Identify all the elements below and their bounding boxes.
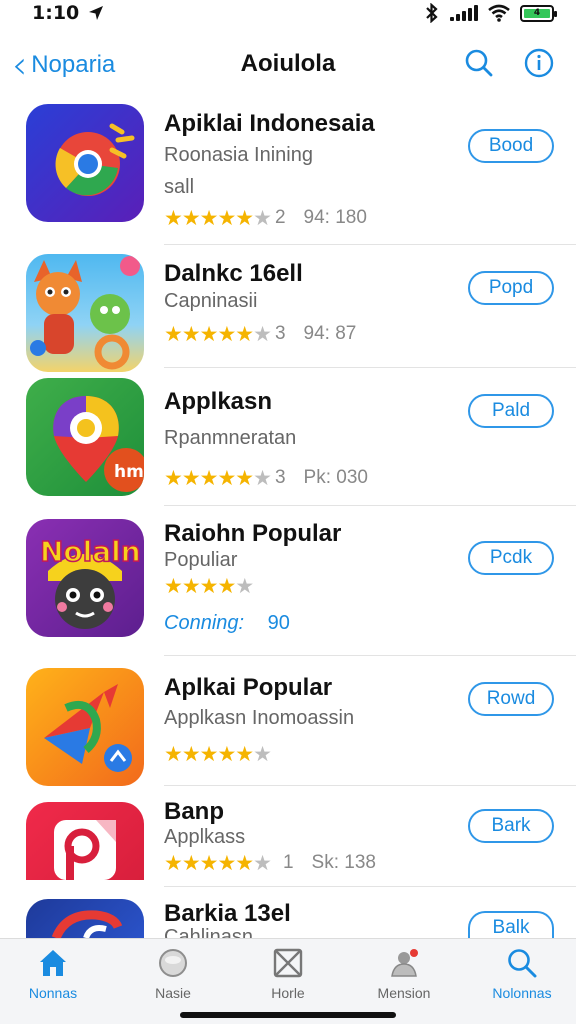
circle-icon (159, 949, 187, 977)
rating-meta: 94: 180 (303, 207, 367, 228)
app-subtitle: Applkass (164, 826, 246, 848)
get-button[interactable]: Pald (468, 394, 554, 428)
star-rating-icon: ★★★★★★ (164, 206, 272, 230)
app-name: Dalnkc 16ell (164, 260, 303, 287)
get-button[interactable]: Bood (468, 129, 554, 163)
app-name: Apiklai Indonesaia (164, 110, 375, 137)
divider (164, 244, 576, 245)
app-rating: ★★★★★★ (164, 742, 272, 766)
app-subtitle: Rpanmneratan (164, 427, 297, 449)
info-button[interactable] (522, 46, 556, 80)
app-icon-maps[interactable]: hm (26, 378, 144, 496)
battery-icon: 4 (520, 4, 557, 22)
status-right: 4 (424, 3, 557, 23)
red-app-icon (54, 820, 116, 880)
rating-meta: Sk: 138 (311, 852, 376, 873)
app-rating: ★★★★★ (164, 574, 254, 598)
nav-actions (462, 46, 556, 80)
divider (164, 505, 576, 506)
box-icon (273, 948, 303, 978)
rating-meta: Pk: 030 (303, 467, 368, 488)
divider (164, 367, 576, 368)
rating-count: 2 (274, 207, 286, 228)
rating-count: 1 (282, 852, 294, 873)
home-indicator[interactable] (180, 1012, 396, 1018)
status-bar: 1:10 4 (0, 0, 576, 26)
app-subtitle: Capninasii (164, 290, 258, 312)
app-subtitle: Roonasia Inining (164, 144, 313, 166)
get-button[interactable]: Balk (468, 911, 554, 938)
signal-icon (450, 5, 478, 21)
tab-label: Horle (271, 985, 305, 1001)
map-pin-icon: hm (53, 396, 144, 492)
info-icon (524, 48, 554, 78)
search-button[interactable] (462, 46, 496, 80)
cartoon-animals-icon (30, 256, 140, 370)
divider (164, 655, 576, 656)
tab-label: Nolonnas (492, 985, 552, 1001)
app-name: Barkia 13el (164, 900, 291, 927)
location-arrow-icon (89, 6, 104, 20)
tab-label: Nonnas (28, 985, 78, 1001)
app-rating: ★★★★★★ 3 Pk: 030 (164, 466, 368, 490)
tab-search[interactable]: Nolonnas (467, 947, 576, 1001)
search-icon (465, 49, 493, 77)
tab-label: Mension (377, 985, 431, 1001)
status-left: 1:10 (32, 2, 105, 24)
rating-count: 3 (274, 323, 286, 344)
app-name: Applkasn (164, 388, 273, 415)
status-time: 1:10 (32, 2, 80, 24)
app-subtitle: Applkasn Inomoassin (164, 707, 355, 729)
app-icon-text: Nolaln (40, 535, 141, 568)
get-button[interactable]: Bark (468, 809, 554, 843)
coming-value: 90 (267, 612, 290, 634)
chrome-like-icon (55, 123, 135, 196)
tab-label: Nasie (155, 985, 191, 1001)
app-subtitle-2: sall (164, 176, 195, 198)
tab-home[interactable]: Nonnas (0, 947, 108, 1001)
person-bell-icon (391, 949, 418, 977)
coming-soon-label: Conning: 90 (164, 612, 290, 634)
home-icon (40, 950, 66, 976)
app-subtitle: Populiar (164, 549, 238, 571)
tab-fourth[interactable]: Mension (349, 947, 459, 1001)
svg-text:hm: hm (114, 462, 144, 482)
divider (164, 886, 576, 887)
app-rating: ★★★★★★ 3 94: 87 (164, 322, 356, 346)
app-icon-navigation[interactable] (26, 668, 144, 786)
blue-app-icon (51, 910, 123, 938)
app-rating: ★★★★★★ 2 94: 180 (164, 206, 367, 230)
app-icon-character[interactable]: Nolaln (26, 519, 144, 637)
star-rating-icon: ★★★★★★ (164, 742, 272, 766)
colorful-arrow-icon (44, 684, 132, 772)
app-icon-blue[interactable] (26, 899, 144, 938)
app-subtitle: Cahlinasn (164, 926, 253, 938)
get-button[interactable]: Rowd (468, 682, 554, 716)
app-icon-game-animals[interactable] (26, 254, 144, 372)
app-icon-browser[interactable] (26, 104, 144, 222)
bluetooth-icon (426, 3, 438, 23)
get-button[interactable]: Popd (468, 271, 554, 305)
search-icon (508, 949, 537, 978)
divider (164, 785, 576, 786)
nav-bar: ‹ Noparia Aoiulola (0, 38, 576, 90)
app-name: Banp (164, 798, 224, 825)
app-rating: ★★★★★★ 1 Sk: 138 (164, 851, 376, 875)
star-rating-icon: ★★★★★★ (164, 322, 272, 346)
star-rating-icon: ★★★★★ (164, 574, 254, 598)
star-rating-icon: ★★★★★★ (164, 851, 272, 875)
star-rating-icon: ★★★★★★ (164, 466, 272, 490)
tab-third[interactable]: Horle (233, 947, 343, 1001)
rating-meta: 94: 87 (303, 323, 357, 344)
tab-second[interactable]: Nasie (118, 947, 228, 1001)
app-name: Aplkai Popular (164, 674, 333, 701)
cartoon-character-icon: Nolaln (39, 534, 141, 629)
rating-count: 3 (274, 467, 286, 488)
battery-level: 4 (533, 7, 541, 18)
app-icon-red[interactable] (26, 802, 144, 880)
wifi-icon (488, 4, 510, 22)
app-name: Raiohn Popular (164, 520, 342, 547)
get-button[interactable]: Pcdk (468, 541, 554, 575)
